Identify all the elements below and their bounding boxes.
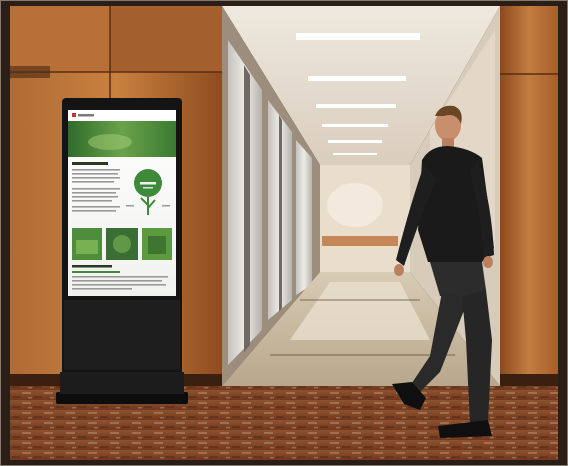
ceiling-light [328, 140, 382, 143]
ceiling-light [308, 76, 406, 81]
ceiling-light [316, 104, 396, 108]
ceiling-light [333, 153, 377, 155]
right-wood-wall [500, 6, 558, 386]
digital-signage-kiosk [56, 98, 188, 404]
ceiling-light [296, 33, 420, 40]
photo-scene [0, 0, 568, 466]
elevator-door [296, 140, 312, 295]
kiosk-screen [68, 110, 176, 296]
ceiling-light [322, 124, 388, 127]
corridor-end-wall [320, 165, 410, 272]
